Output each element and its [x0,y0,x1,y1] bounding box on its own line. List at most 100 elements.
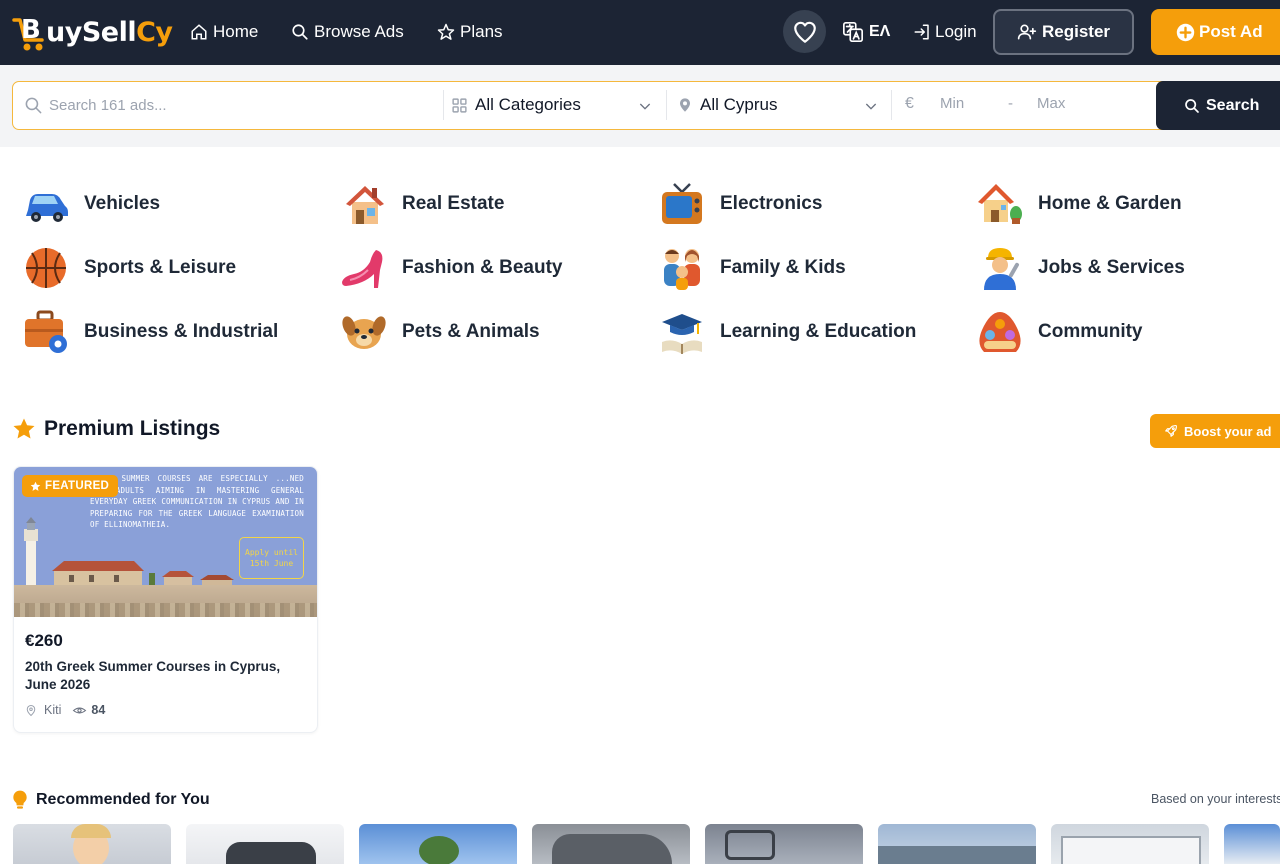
recommended-heading: Recommended for You [12,790,210,810]
tv-icon [658,180,706,228]
people-group-icon [976,308,1024,356]
nav-plans-link[interactable]: Plans [437,20,503,44]
thumbnail-landscape [878,846,1036,864]
featured-listing-card[interactable]: GREEK SUMMER COURSES ARE ESPECIALLY ...N… [13,466,318,733]
lightbulb-icon [13,790,27,809]
high-heel-icon [340,244,388,292]
max-price-input[interactable]: Max [1037,95,1065,112]
category-home-garden[interactable]: Home & Garden [976,180,1182,228]
divider [666,90,667,120]
family-icon [658,244,706,292]
search-strip: All Categories All Cyprus € Min - Max Se… [0,65,1280,147]
recommended-thumbnail[interactable] [1051,824,1209,864]
heart-icon [793,21,816,43]
search-input[interactable] [49,96,429,114]
recommended-thumbnail[interactable] [705,824,863,864]
thumbnail-window [725,830,775,860]
thumbnail-trailer [1061,836,1201,864]
category-family-kids[interactable]: Family & Kids [658,244,846,292]
price-range-dash: - [1008,95,1013,112]
search-icon [292,24,308,40]
search-icon [1185,98,1199,113]
category-learning-education[interactable]: Learning & Education [658,308,916,356]
recommended-thumbnail[interactable] [532,824,690,864]
category-real-estate[interactable]: Real Estate [340,180,504,228]
nav-home-link[interactable]: Home [190,20,258,44]
search-button[interactable]: Search [1156,81,1280,130]
grid-icon [452,97,467,113]
listing-image-text: GREEK SUMMER COURSES ARE ESPECIALLY ...N… [90,474,304,529]
listing-views: 84 [91,703,106,717]
listing-price: €260 [25,631,63,650]
category-vehicles[interactable]: Vehicles [22,180,160,228]
house-icon [340,180,388,228]
cart-logo-icon: B [12,10,48,54]
category-sports-leisure[interactable]: Sports & Leisure [22,244,236,292]
recommended-subtitle: Based on your interests [1151,792,1280,806]
translate-icon [843,22,863,42]
svg-text:B: B [21,15,41,45]
car-icon [22,180,70,228]
user-plus-icon [1017,24,1037,40]
favorites-button[interactable] [783,10,826,53]
plus-circle-icon [1176,23,1195,41]
home-icon [191,24,207,40]
search-icon [25,97,42,113]
basketball-icon [22,244,70,292]
recommended-thumbnail[interactable] [878,824,1036,864]
map-pin-icon [680,98,690,112]
search-form: All Categories All Cyprus € Min - Max Se… [12,81,1280,130]
category-fashion-beauty[interactable]: Fashion & Beauty [340,244,562,292]
nav-browse-ads-link[interactable]: Browse Ads [291,20,404,44]
listing-image: GREEK SUMMER COURSES ARE ESPECIALLY ...N… [14,467,317,617]
post-ad-button[interactable]: Post Ad [1151,9,1280,55]
chevron-down-icon [639,103,651,110]
brand-logo[interactable]: B uySellCy [12,10,173,54]
thumbnail-tree [419,836,459,864]
search-input-wrap [13,82,443,128]
map-pin-icon [26,704,36,716]
listing-meta: Kiti 84 [25,703,105,717]
thumbnail-car-body [552,834,672,864]
recommended-thumbnail[interactable] [359,824,517,864]
location-select[interactable]: All Cyprus [677,82,891,128]
min-price-input[interactable]: Min [940,95,964,112]
currency-symbol: € [905,95,914,112]
garden-house-icon [976,180,1024,228]
top-navbar: B uySellCy Home Browse Ads Plans ΕΛ Logi… [0,0,1280,65]
recommended-thumbnail[interactable] [13,824,171,864]
recommended-thumbnail[interactable] [1224,824,1280,864]
category-select[interactable]: All Categories [451,82,665,128]
category-community[interactable]: Community [976,308,1143,356]
star-icon [30,481,41,491]
thumbnail-person-hair [71,824,111,838]
rocket-icon [1165,424,1178,437]
listing-image-apply-box: Apply until 15th June [239,537,304,579]
login-button[interactable]: Login [913,20,977,44]
listing-title[interactable]: 20th Greek Summer Courses in Cyprus, Jun… [25,658,310,694]
divider [443,90,444,120]
listing-image-rocks [14,603,317,617]
dog-icon [340,308,388,356]
divider [891,90,892,120]
briefcase-gear-icon [22,308,70,356]
recommended-thumbnail[interactable] [186,824,344,864]
graduation-cap-icon [658,308,706,356]
language-switch-button[interactable]: ΕΛ [842,20,890,44]
login-icon [914,24,929,40]
premium-listings-heading: Premium Listings [12,417,220,441]
worker-icon [976,244,1024,292]
category-pets-animals[interactable]: Pets & Animals [340,308,540,356]
listing-location: Kiti [44,703,62,717]
chevron-down-icon [865,103,877,110]
category-electronics[interactable]: Electronics [658,180,822,228]
featured-badge: FEATURED [22,475,119,497]
boost-ad-button[interactable]: Boost your ad [1150,414,1280,448]
star-icon [13,418,35,439]
eye-icon [73,707,87,713]
star-icon [437,23,455,40]
register-button[interactable]: Register [993,9,1134,55]
category-jobs-services[interactable]: Jobs & Services [976,244,1185,292]
category-business-industrial[interactable]: Business & Industrial [22,308,278,356]
brand-name: uySellCy [46,16,173,48]
